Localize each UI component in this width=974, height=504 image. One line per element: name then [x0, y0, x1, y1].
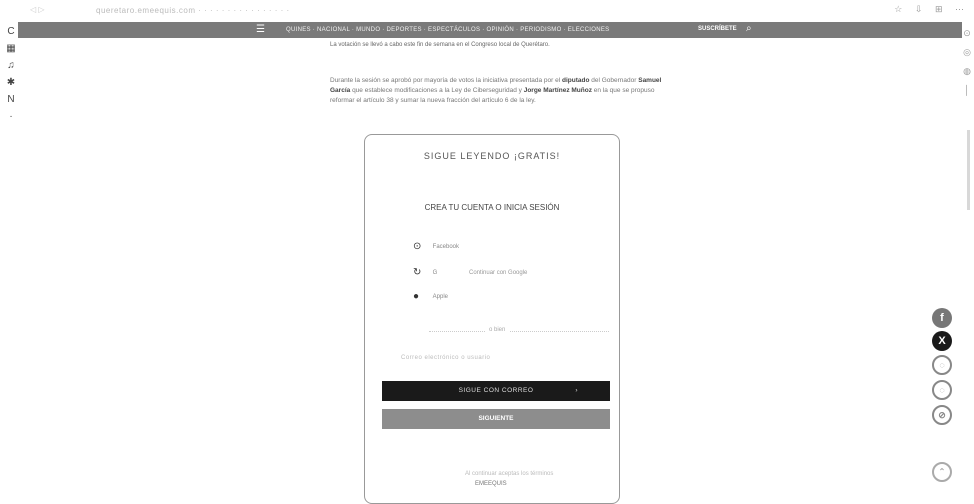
facebook-login-label: Facebook	[432, 243, 460, 250]
modal-title: SIGUE LEYENDO ¡GRATIS!	[423, 151, 561, 161]
modal-subtitle: CREA TU CUENTA O INICIA SESIÓN	[424, 203, 560, 212]
google-login-button[interactable]: ↻ G Continuar con Google	[413, 267, 593, 278]
menu-icon[interactable]: ☰	[256, 25, 265, 35]
next-button[interactable]: SIGUIENTE	[382, 409, 610, 429]
continue-with-email-button[interactable]: SIGUE CON CORREO ›	[382, 381, 610, 401]
image-caption: La votación se llevó a cabo este fin de …	[330, 42, 550, 48]
x-share-icon[interactable]: X	[932, 331, 952, 351]
download-icon[interactable]: ⇩	[915, 4, 923, 14]
messenger-share-icon[interactable]: ◌	[932, 380, 952, 400]
nav-links[interactable]: QUINES · NACIONAL · MUNDO · DEPORTES · E…	[286, 27, 609, 33]
paragraph-bold-1: diputado	[561, 77, 590, 84]
search-icon[interactable]: ⌕	[746, 23, 752, 34]
fine-print: Al continuar aceptas los términos	[465, 471, 554, 477]
right-sidebar: ⊙ ◎ ◍ │	[960, 20, 974, 498]
email-field-hint[interactable]: Correo electrónico o usuario	[401, 355, 490, 361]
subscribe-link[interactable]: SUSCRÍBETE	[698, 26, 737, 32]
sidebar-icon-4[interactable]: ✱	[0, 77, 22, 88]
google-login-extra: Continuar con Google	[469, 269, 528, 276]
copy-link-icon[interactable]: ⊘	[932, 405, 952, 425]
more-icon[interactable]: ⋯	[955, 4, 964, 14]
apple-login-button[interactable]: ● Apple	[413, 291, 593, 302]
left-sidebar: C ▦ ♫ ✱ N ·	[0, 20, 22, 498]
paragraph-lead: Durante la sesión se aprobó por mayoría …	[330, 77, 561, 84]
paragraph-mid: del Gobernador	[591, 77, 637, 84]
apple-login-label: Apple	[432, 293, 449, 300]
google-icon: ↻	[413, 267, 422, 278]
address-bar[interactable]: queretaro.emeequis.com · · · · · · · · ·…	[96, 6, 290, 15]
modal-bottom-link[interactable]: EMEEQUIS	[475, 481, 507, 487]
scrollbar-thumb[interactable]	[967, 130, 970, 210]
continue-button-label: SIGUE CON CORREO	[458, 387, 534, 394]
facebook-login-button[interactable]: ⊙ Facebook	[413, 241, 593, 252]
paywall-modal: SIGUE LEYENDO ¡GRATIS! CREA TU CUENTA O …	[364, 134, 620, 504]
chevron-right-icon: ›	[575, 387, 578, 394]
bookmark-icon[interactable]: ☆	[894, 4, 902, 14]
whatsapp-share-icon[interactable]: ◌	[932, 355, 952, 375]
sidebar-icon-6[interactable]: ·	[0, 111, 22, 122]
google-login-label: G	[432, 269, 438, 276]
sidebar-icon-5[interactable]: N	[0, 94, 22, 105]
scroll-top-icon[interactable]: ⌃	[932, 462, 952, 482]
right-icon-3[interactable]: ◍	[960, 66, 974, 77]
sidebar-icon-2[interactable]: ▦	[0, 43, 22, 54]
right-icon-1[interactable]: ⊙	[960, 28, 974, 39]
right-icon-4: │	[964, 85, 970, 95]
divider-text: o bien	[485, 327, 510, 333]
sidebar-icon-3[interactable]: ♫	[0, 60, 22, 71]
browser-nav-icons[interactable]: ◁ ▷	[30, 5, 45, 14]
right-icon-2[interactable]: ◎	[960, 47, 974, 58]
article-paragraph: Durante la sesión se aprobó por mayoría …	[330, 76, 670, 106]
divider	[429, 331, 609, 332]
paragraph-bold-3: Jorge Martínez Muñoz	[523, 87, 592, 94]
facebook-icon: ⊙	[413, 241, 422, 252]
extensions-icon[interactable]: ⊞	[935, 4, 943, 14]
site-navbar: ☰ QUINES · NACIONAL · MUNDO · DEPORTES ·…	[18, 22, 962, 38]
browser-tools: ☆ ⇩ ⊞ ⋯	[884, 4, 964, 15]
paragraph-rest: que establece modificaciones a la Ley de…	[352, 87, 522, 94]
facebook-share-icon[interactable]: f	[932, 308, 952, 328]
browser-toolbar: ◁ ▷ queretaro.emeequis.com · · · · · · ·…	[0, 0, 974, 20]
apple-icon: ●	[413, 291, 420, 302]
